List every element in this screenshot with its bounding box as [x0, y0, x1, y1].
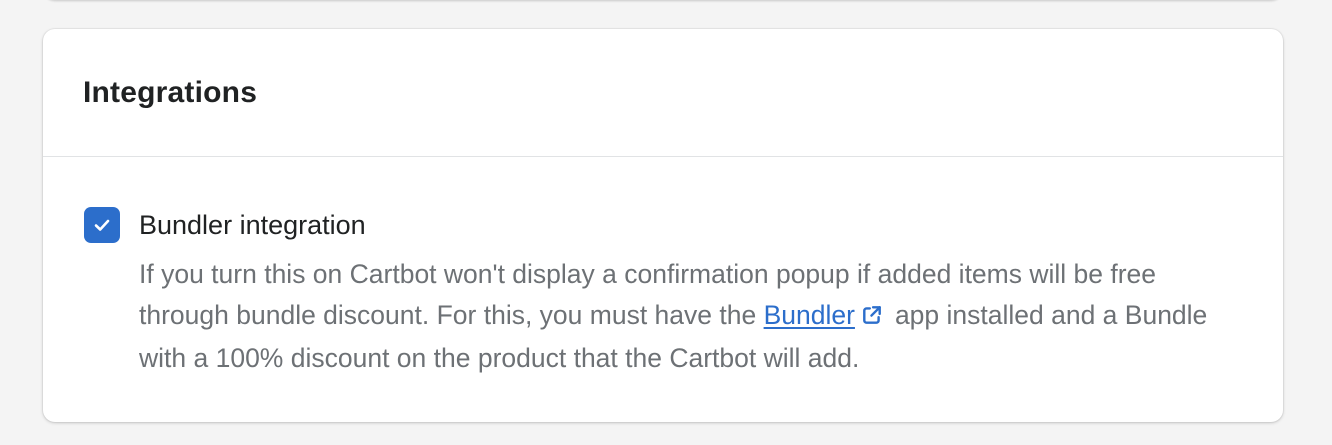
external-link-icon[interactable]	[861, 297, 883, 338]
checkmark-icon	[94, 219, 110, 231]
card-header: Integrations	[43, 29, 1283, 157]
integrations-card: Integrations Bundler integration If you …	[43, 29, 1283, 422]
bundler-app-link[interactable]: Bundler	[764, 300, 855, 330]
card-title: Integrations	[83, 75, 258, 109]
bundler-integration-checkbox[interactable]	[84, 207, 120, 243]
bundler-integration-label: Bundler integration	[139, 209, 366, 240]
bundler-integration-option[interactable]: Bundler integration	[84, 207, 366, 243]
bundler-integration-help-text: If you turn this on Cartbot won't displa…	[139, 254, 1249, 379]
